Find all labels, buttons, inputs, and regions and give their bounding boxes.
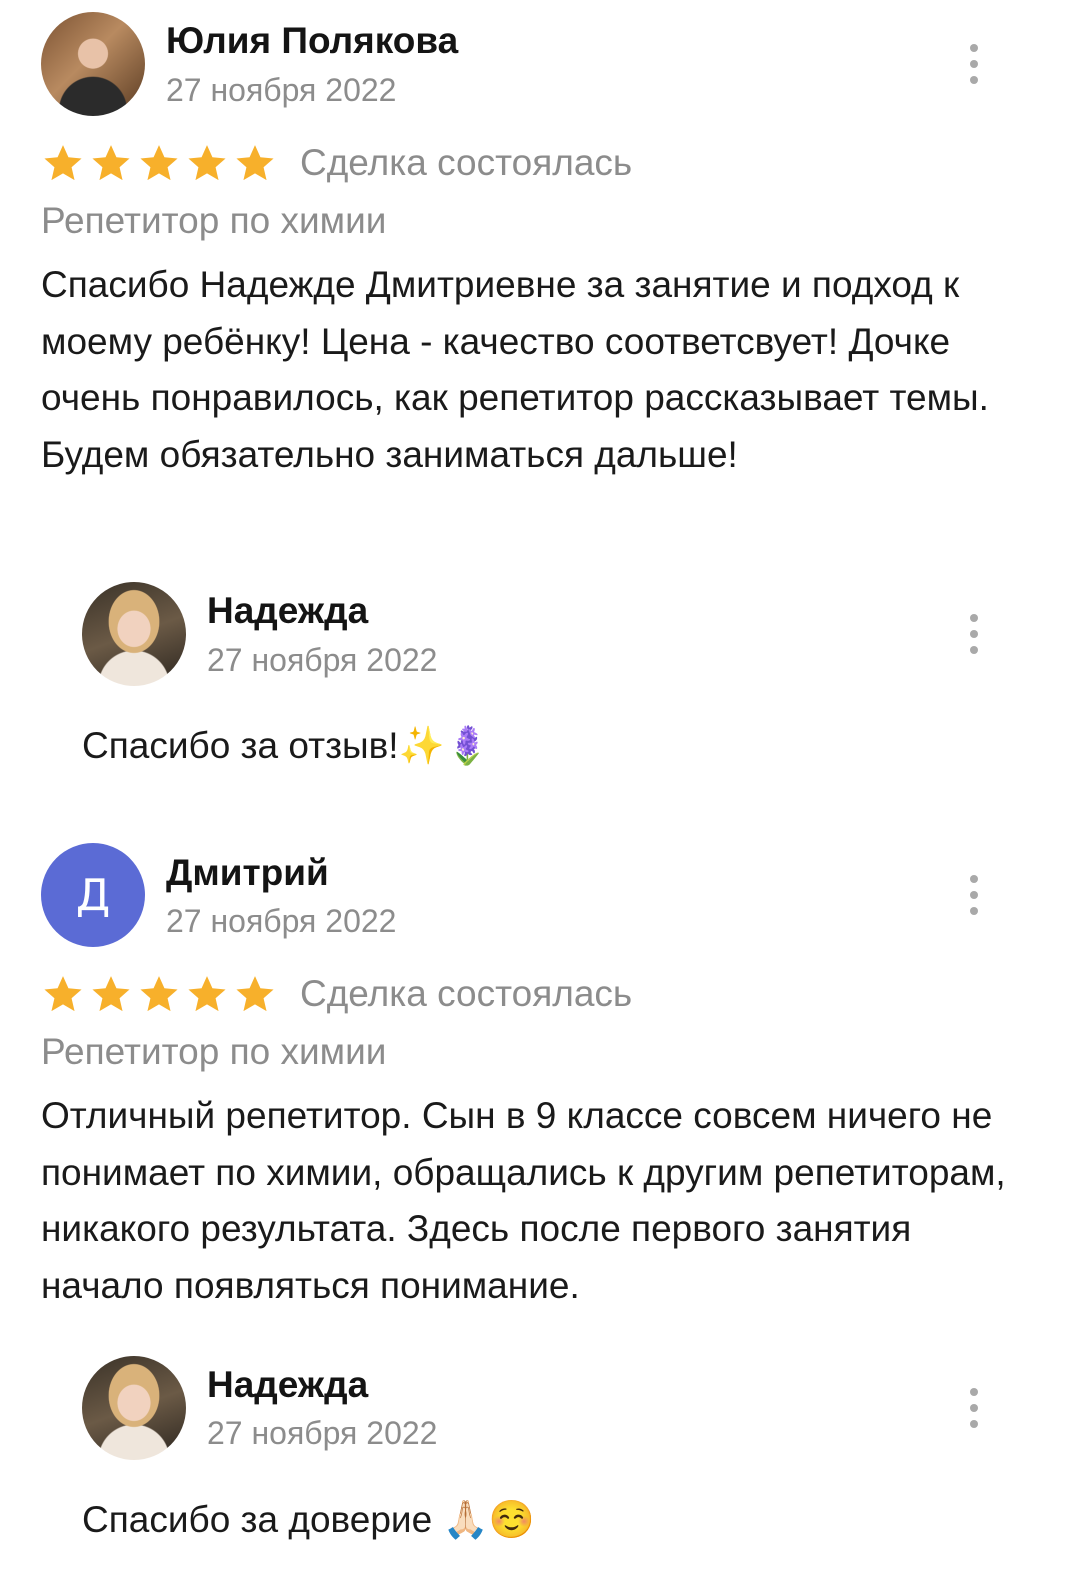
- star-icon: [236, 145, 274, 181]
- avatar[interactable]: [82, 582, 186, 686]
- review-date: 27 ноября 2022: [166, 903, 397, 939]
- star-icon: [140, 145, 178, 181]
- review-text: Отличный репетитор. Сын в 9 классе совсе…: [41, 1095, 1006, 1306]
- star-icon: [92, 976, 130, 1012]
- reply-author[interactable]: Надежда: [207, 1364, 368, 1406]
- more-vertical-icon[interactable]: [964, 614, 984, 654]
- more-vertical-icon[interactable]: [964, 44, 984, 84]
- review-subject: Репетитор по химии: [41, 200, 387, 241]
- review-text: Спасибо Надежде Дмитриевне за занятие и …: [41, 264, 989, 475]
- more-vertical-icon[interactable]: [964, 1388, 984, 1428]
- more-vertical-icon[interactable]: [964, 875, 984, 915]
- reply-author[interactable]: Надежда: [207, 590, 368, 632]
- reply-date: 27 ноября 2022: [207, 1415, 438, 1451]
- review-author[interactable]: Дмитрий: [166, 852, 329, 894]
- review-date: 27 ноября 2022: [166, 72, 397, 108]
- star-icon: [44, 145, 82, 181]
- star-icon: [140, 976, 178, 1012]
- deal-status: Сделка состоялась: [300, 973, 633, 1014]
- deal-status: Сделка состоялась: [300, 142, 633, 183]
- star-icon: [188, 976, 226, 1012]
- reply-text: Спасибо за доверие 🙏🏻☺️: [82, 1499, 535, 1540]
- star-icon: [236, 976, 274, 1012]
- rating-stars: [42, 142, 276, 184]
- star-icon: [188, 145, 226, 181]
- star-icon: [44, 976, 82, 1012]
- review-subject: Репетитор по химии: [41, 1031, 387, 1072]
- star-icon: [92, 145, 130, 181]
- reply-text: Спасибо за отзыв!✨🪻: [82, 725, 491, 766]
- review-author[interactable]: Юлия Полякова: [166, 20, 458, 62]
- rating-stars: [42, 973, 276, 1015]
- reply-date: 27 ноября 2022: [207, 642, 438, 678]
- avatar[interactable]: Д: [41, 843, 145, 947]
- avatar[interactable]: [41, 12, 145, 116]
- avatar[interactable]: [82, 1356, 186, 1460]
